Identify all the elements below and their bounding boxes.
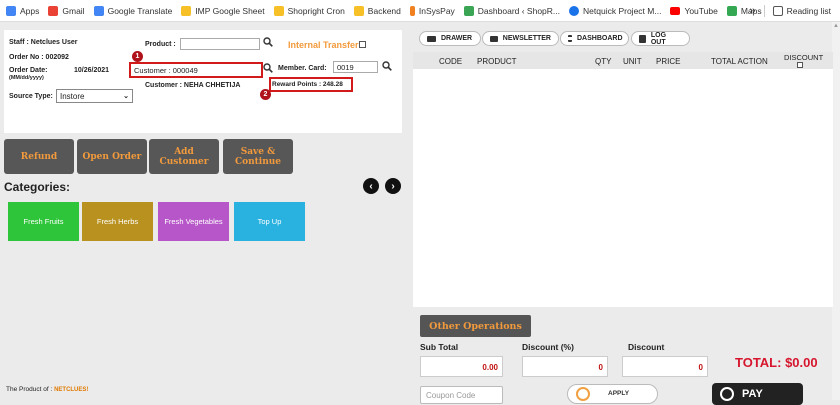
insyspay-icon: [409, 5, 415, 16]
drawer-icon: [427, 35, 436, 42]
folder-icon: [353, 5, 364, 16]
categories-title: Categories:: [4, 180, 71, 194]
order-total: TOTAL: $0.00: [735, 355, 818, 370]
newsletter-icon: [490, 35, 498, 42]
reading-list-icon: [772, 6, 783, 16]
internal-transfer-checkbox[interactable]: [359, 41, 366, 48]
logout-button[interactable]: LOG OUT: [631, 31, 690, 46]
discount-input[interactable]: 0: [622, 356, 708, 377]
annotation-badge-1: 1: [132, 51, 143, 62]
bookmark-google-translate[interactable]: Google Translate: [93, 5, 172, 16]
dashboard-button[interactable]: DASHBOARD: [560, 31, 629, 46]
sub-total-value: 0.00: [420, 356, 503, 377]
netquick-icon: [569, 5, 580, 16]
grid-header: CODE PRODUCT QTY UNIT PRICE TOTAL ACTION…: [413, 52, 833, 69]
bookmark-insyspay[interactable]: InSysPay: [409, 5, 455, 16]
customer-field[interactable]: Customer : 000049: [134, 66, 198, 75]
bookmark-imp-google-sheet[interactable]: IMP Google Sheet: [181, 5, 265, 16]
folder-icon: [181, 5, 192, 16]
customer-name: Customer : NEHA CHHETIJA: [145, 82, 241, 89]
translate-icon: [93, 5, 104, 16]
refund-button[interactable]: Refund: [4, 139, 74, 174]
scroll-up-icon: ▲: [833, 23, 839, 29]
order-info-panel: Staff : Netclues User Order No : 002092 …: [4, 30, 402, 133]
drawer-button[interactable]: DRAWER: [419, 31, 481, 46]
discount-label: Discount: [628, 342, 665, 352]
annotation-badge-2: 2: [260, 89, 271, 100]
divider: [763, 5, 765, 17]
shopright-icon: [463, 5, 474, 16]
page-scrollbar[interactable]: ▲: [832, 22, 840, 400]
order-number: Order No : 002092: [9, 54, 69, 61]
bookmark-dashboard[interactable]: Dashboard ‹ ShopR...: [463, 5, 560, 16]
other-operations-button[interactable]: Other Operations: [420, 315, 531, 337]
open-order-button[interactable]: Open Order: [77, 139, 147, 174]
folder-icon: [273, 5, 284, 16]
maps-icon: [726, 5, 737, 16]
search-icon[interactable]: [263, 63, 273, 73]
column-qty: QTY: [595, 57, 612, 66]
gmail-icon: [48, 5, 59, 16]
newsletter-button[interactable]: NEWSLETTER: [482, 31, 559, 46]
bookmark-gmail[interactable]: Gmail: [48, 5, 85, 16]
discount-percent-label: Discount (%): [522, 342, 574, 352]
netclues-logo: NETCLUES!: [54, 387, 89, 393]
column-total-action: TOTAL ACTION: [711, 57, 768, 66]
lock-icon: [639, 34, 646, 43]
bookmarks-right: » Reading list: [749, 0, 840, 22]
staff-label: Staff : Netclues User: [9, 39, 78, 46]
sub-total-label: Sub Total: [420, 342, 459, 352]
search-icon[interactable]: [263, 37, 273, 47]
pay-icon: [720, 387, 734, 401]
order-date-format: (MM/dd/yyyy): [9, 75, 44, 81]
bookmark-shopright-cron[interactable]: Shopright Cron: [273, 5, 345, 16]
prev-arrow-icon[interactable]: ‹: [363, 178, 379, 194]
bookmark-netquick[interactable]: Netquick Project M...: [569, 5, 661, 16]
category-fresh-herbs[interactable]: Fresh Herbs: [82, 202, 153, 241]
bookmark-youtube[interactable]: YouTube: [670, 6, 718, 16]
member-card-input[interactable]: 0019: [333, 61, 378, 73]
category-fresh-vegetables[interactable]: Fresh Vegetables: [158, 202, 229, 241]
column-price: PRICE: [656, 57, 681, 66]
bookmarks-bar: Apps Gmail Google Translate IMP Google S…: [0, 0, 840, 22]
discount-percent-input[interactable]: 0: [522, 356, 608, 377]
column-unit: UNIT: [623, 57, 642, 66]
footer-credit: The Product of : NETCLUES!: [6, 386, 89, 393]
column-product: PRODUCT: [477, 57, 517, 66]
product-input[interactable]: [180, 38, 260, 50]
order-items-grid: CODE PRODUCT QTY UNIT PRICE TOTAL ACTION…: [413, 52, 833, 307]
search-icon[interactable]: [382, 61, 392, 71]
coupon-icon: [576, 387, 590, 401]
add-customer-button[interactable]: Add Customer: [149, 139, 219, 174]
chevron-down-icon: ⌄: [123, 93, 129, 100]
save-continue-button[interactable]: Save & Continue: [223, 139, 293, 174]
bookmark-backend[interactable]: Backend: [353, 5, 401, 16]
reward-points: Reward Points : 248.28: [272, 81, 343, 88]
coupon-code-input[interactable]: Coupon Code: [420, 386, 503, 404]
dashboard-icon: [568, 35, 572, 42]
member-card-label: Member. Card:: [278, 65, 327, 72]
column-discount: DISCOUNT: [784, 53, 824, 62]
category-top-up[interactable]: Top Up: [234, 202, 305, 241]
bookmarks-overflow-button[interactable]: »: [749, 5, 755, 17]
order-date-label: Order Date:: [9, 67, 48, 74]
pay-button[interactable]: PAY: [712, 383, 803, 405]
product-label: Product :: [145, 41, 176, 48]
source-type-value: Instore: [60, 91, 85, 101]
internal-transfer-label: Internal Transfer: [288, 40, 359, 50]
reading-list-button[interactable]: Reading list: [772, 6, 831, 16]
source-type-label: Source Type:: [9, 93, 53, 100]
bookmark-apps[interactable]: Apps: [6, 5, 39, 16]
apps-grid-icon: [6, 5, 16, 16]
order-date-value: 10/26/2021: [74, 67, 110, 74]
discount-checkbox[interactable]: [797, 62, 803, 68]
category-fresh-fruits[interactable]: Fresh Fruits: [8, 202, 79, 241]
youtube-icon: [670, 6, 681, 15]
apply-coupon-button[interactable]: APPLY: [567, 384, 658, 404]
column-code: CODE: [439, 57, 463, 66]
next-arrow-icon[interactable]: ›: [385, 178, 401, 194]
source-type-select[interactable]: Instore ⌄: [56, 89, 133, 103]
